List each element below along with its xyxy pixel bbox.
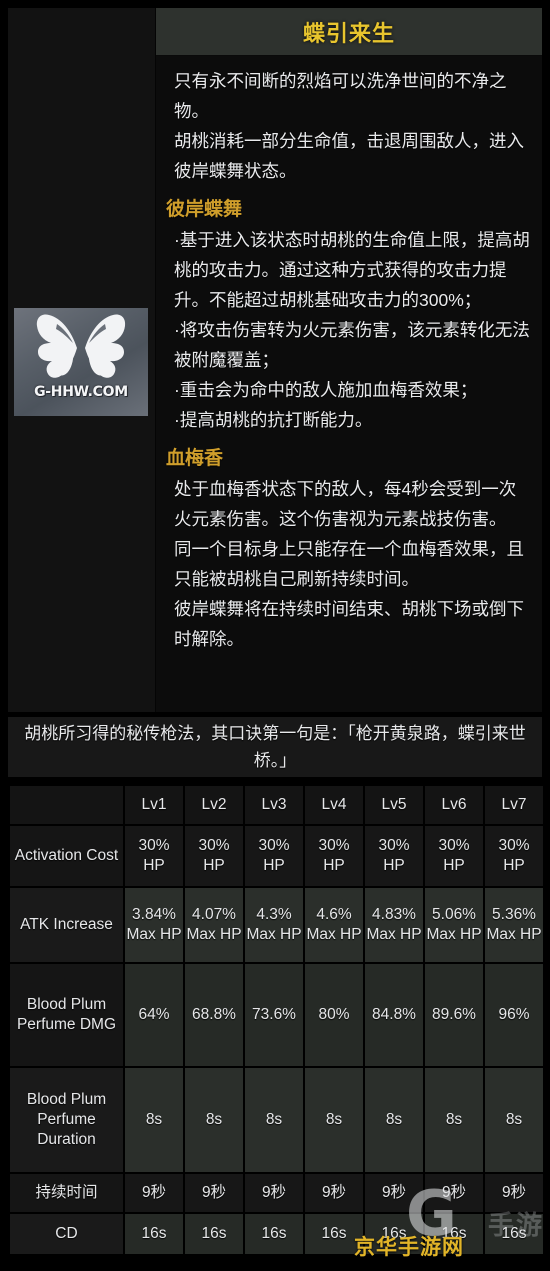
table-cell: 4.83% Max HP — [365, 888, 423, 962]
bullet-item: ·提高胡桃的抗打断能力。 — [174, 410, 373, 430]
table-cell: 68.8% — [185, 964, 243, 1066]
column-header-lv6: Lv6 — [425, 786, 483, 824]
icon-watermark-text: G-HHW.COM — [34, 384, 128, 400]
table-cell: 8s — [305, 1068, 363, 1172]
table-cell: 84.8% — [365, 964, 423, 1066]
table-row: ATK Increase 3.84% Max HP 4.07% Max HP 4… — [10, 888, 543, 962]
skill-level-table: Lv1 Lv2 Lv3 Lv4 Lv5 Lv6 Lv7 Activation C… — [8, 784, 545, 1256]
table-cell: 5.06% Max HP — [425, 888, 483, 962]
table-cell: 9秒 — [305, 1174, 363, 1212]
paragraph-item: 同一个目标身上只能存在一个血梅香效果，且只能被胡桃自己刷新持续时间。 — [174, 539, 524, 589]
table-cell: 3.84% Max HP — [125, 888, 183, 962]
skill-text-column: 蝶引来生 只有永不间断的烈焰可以洗净世间的不净之物。 胡桃消耗一部分生命值，击退… — [156, 8, 542, 712]
table-cell: 9秒 — [425, 1174, 483, 1212]
column-header-lv3: Lv3 — [245, 786, 303, 824]
table-cell: 80% — [305, 964, 363, 1066]
paragraph-item: 彼岸蝶舞将在持续时间结束、胡桃下场或倒下时解除。 — [174, 599, 524, 649]
table-cell: 96% — [485, 964, 543, 1066]
section-heading-blood-plum: 血梅香 — [166, 448, 224, 469]
page-title: 蝶引来生 — [302, 20, 395, 46]
table-cell: 8s — [485, 1068, 543, 1172]
table-cell: 16s — [425, 1214, 483, 1254]
table-cell: 8s — [425, 1068, 483, 1172]
table-cell: 30% HP — [485, 826, 543, 886]
column-header-lv1: Lv1 — [125, 786, 183, 824]
bullet-item: ·将攻击伤害转为火元素伤害，该元素转化无法被附魔覆盖； — [174, 320, 530, 370]
flavor-quote-text: 胡桃所习得的秘传枪法，其口诀第一句是：「枪开黄泉路，蝶引来世桥。」 — [24, 724, 526, 770]
table-cell: 16s — [245, 1214, 303, 1254]
table-cell: 30% HP — [425, 826, 483, 886]
table-cell: 30% HP — [125, 826, 183, 886]
table-cell: 30% HP — [185, 826, 243, 886]
column-header-lv2: Lv2 — [185, 786, 243, 824]
skill-level-table-wrapper: Lv1 Lv2 Lv3 Lv4 Lv5 Lv6 Lv7 Activation C… — [8, 784, 545, 1266]
table-row: Activation Cost 30% HP 30% HP 30% HP 30%… — [10, 826, 543, 886]
section-heading-butterfly: 彼岸蝶舞 — [166, 199, 243, 220]
table-cell: 8s — [125, 1068, 183, 1172]
row-label-duration-cn: 持续时间 — [10, 1174, 123, 1212]
table-cell: 89.6% — [425, 964, 483, 1066]
table-row: 持续时间 9秒 9秒 9秒 9秒 9秒 9秒 9秒 — [10, 1174, 543, 1212]
column-header-lv7: Lv7 — [485, 786, 543, 824]
table-corner-cell — [10, 786, 123, 824]
table-cell: 9秒 — [485, 1174, 543, 1212]
bullet-item: ·基于进入该状态时胡桃的生命值上限，提高胡桃的攻击力。通过这种方式获得的攻击力提… — [174, 230, 530, 310]
table-cell: 30% HP — [305, 826, 363, 886]
bullet-item: ·重击会为命中的敌人施加血梅香效果； — [174, 380, 478, 400]
row-label-blood-plum-perfume-dmg: Blood Plum Perfume DMG — [10, 964, 123, 1066]
table-cell: 4.6% Max HP — [305, 888, 363, 962]
table-cell: 16s — [185, 1214, 243, 1254]
skill-info-screen: G-HHW.COM 蝶引来生 只有永不间断的烈焰可以洗净世间的不净之物。 胡桃消… — [0, 0, 550, 1271]
column-header-lv4: Lv4 — [305, 786, 363, 824]
row-label-atk-increase: ATK Increase — [10, 888, 123, 962]
table-cell: 16s — [125, 1214, 183, 1254]
row-label-blood-plum-perfume-duration: Blood Plum Perfume Duration — [10, 1068, 123, 1172]
table-cell: 8s — [185, 1068, 243, 1172]
row-label-activation-cost: Activation Cost — [10, 826, 123, 886]
table-cell: 8s — [365, 1068, 423, 1172]
table-cell: 9秒 — [245, 1174, 303, 1212]
skill-title-bar: 蝶引来生 — [156, 8, 542, 56]
table-cell: 30% HP — [245, 826, 303, 886]
skill-description-body: 只有永不间断的烈焰可以洗净世间的不净之物。 胡桃消耗一部分生命值，击退周围敌人，… — [156, 56, 542, 712]
column-header-lv5: Lv5 — [365, 786, 423, 824]
intro-paragraph-2: 胡桃消耗一部分生命值，击退周围敌人，进入彼岸蝶舞状态。 — [174, 131, 524, 181]
butterfly-skill-icon[interactable]: G-HHW.COM — [14, 308, 148, 416]
table-cell: 16s — [305, 1214, 363, 1254]
table-cell: 30% HP — [365, 826, 423, 886]
skill-icon-column: G-HHW.COM — [8, 8, 156, 712]
row-label-cd: CD — [10, 1214, 123, 1254]
butterfly-glyph — [36, 314, 126, 378]
table-row: Blood Plum Perfume DMG 64% 68.8% 73.6% 8… — [10, 964, 543, 1066]
table-cell: 4.07% Max HP — [185, 888, 243, 962]
table-cell: 64% — [125, 964, 183, 1066]
skill-detail-panel: G-HHW.COM 蝶引来生 只有永不间断的烈焰可以洗净世间的不净之物。 胡桃消… — [8, 8, 542, 712]
paragraph-item: 处于血梅香状态下的敌人，每4秒会受到一次火元素伤害。这个伤害视为元素战技伤害。 — [174, 479, 517, 529]
table-cell: 9秒 — [365, 1174, 423, 1212]
table-cell: 9秒 — [185, 1174, 243, 1212]
table-row: CD 16s 16s 16s 16s 16s 16s 16s — [10, 1214, 543, 1254]
section-paragraphs-blood-plum: 处于血梅香状态下的敌人，每4秒会受到一次火元素伤害。这个伤害视为元素战技伤害。 … — [174, 474, 532, 654]
table-cell: 16s — [485, 1214, 543, 1254]
table-row: Blood Plum Perfume Duration 8s 8s 8s 8s … — [10, 1068, 543, 1172]
table-cell: 16s — [365, 1214, 423, 1254]
table-header-row: Lv1 Lv2 Lv3 Lv4 Lv5 Lv6 Lv7 — [10, 786, 543, 824]
table-cell: 9秒 — [125, 1174, 183, 1212]
intro-paragraph-1: 只有永不间断的烈焰可以洗净世间的不净之物。 — [174, 71, 507, 121]
table-cell: 5.36% Max HP — [485, 888, 543, 962]
table-cell: 8s — [245, 1068, 303, 1172]
table-cell: 4.3% Max HP — [245, 888, 303, 962]
flavor-quote-band: 胡桃所习得的秘传枪法，其口诀第一句是：「枪开黄泉路，蝶引来世桥。」 — [8, 716, 542, 778]
section-bullets-butterfly: ·基于进入该状态时胡桃的生命值上限，提高胡桃的攻击力。通过这种方式获得的攻击力提… — [174, 225, 532, 435]
table-cell: 73.6% — [245, 964, 303, 1066]
